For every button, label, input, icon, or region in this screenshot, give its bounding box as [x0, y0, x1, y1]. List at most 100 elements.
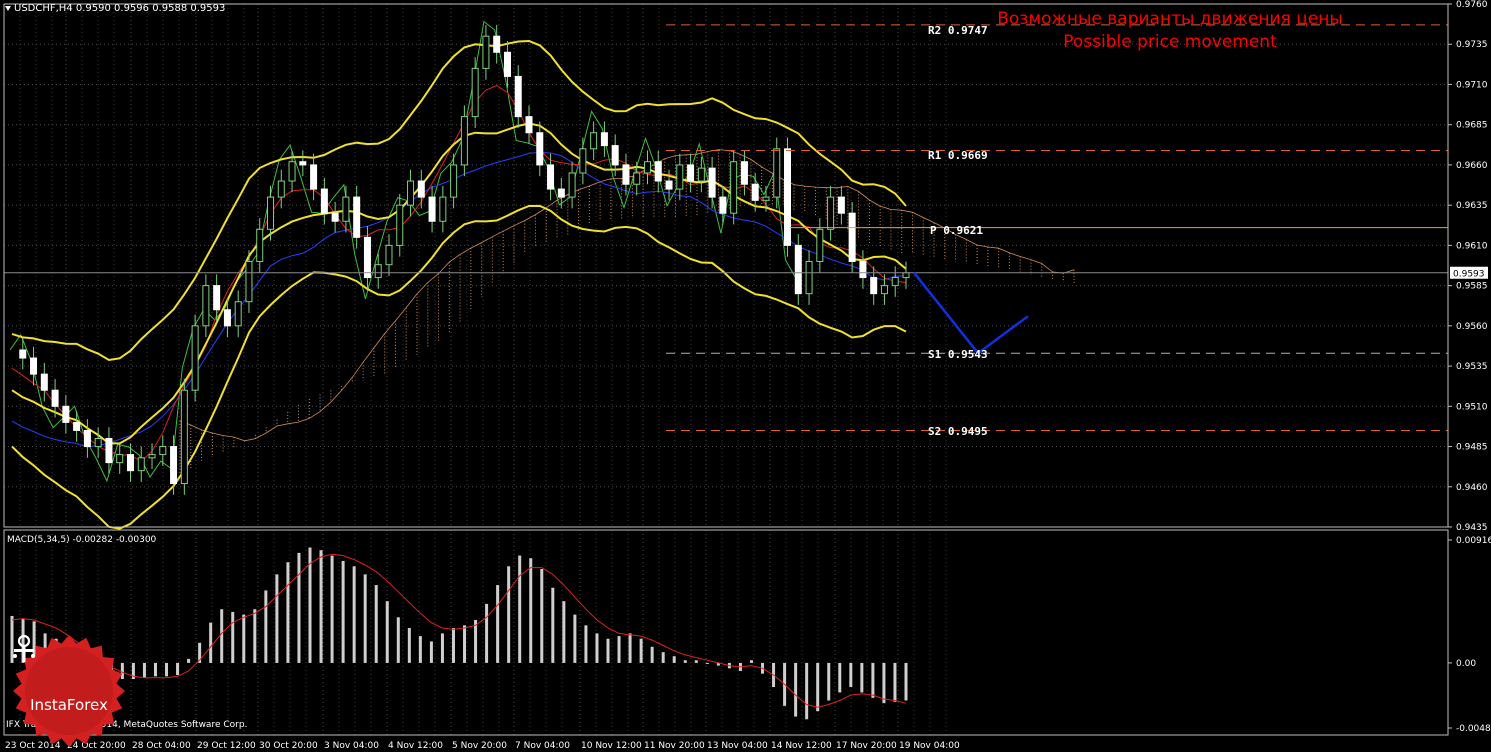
candle-body — [482, 35, 490, 69]
candle-body — [331, 212, 339, 222]
candle-body — [600, 132, 608, 147]
y-tick-label: 0.9610 — [1456, 241, 1488, 251]
y-tick-label: 0.9660 — [1456, 161, 1488, 171]
candle-body — [202, 285, 210, 327]
macd-y-tick-label: -0.00485 — [1456, 724, 1491, 734]
candle-body — [643, 161, 651, 174]
macd-histogram-bar — [507, 566, 511, 663]
macd-histogram-bar — [639, 638, 643, 663]
macd-histogram-bar — [463, 625, 467, 663]
y-tick-label: 0.9435 — [1456, 523, 1488, 533]
candle-body — [525, 116, 533, 134]
candle-body — [105, 437, 113, 464]
macd-histogram-bar — [264, 590, 268, 663]
macd-histogram-bar — [893, 662, 897, 702]
candle-body — [245, 260, 253, 303]
annotation-ru: Возможные варианты движения цены — [997, 9, 1343, 29]
macd-histogram-bar — [650, 646, 654, 663]
x-tick-label: 17 Nov 20:00 — [836, 741, 897, 751]
macd-histogram-bar — [429, 641, 433, 663]
macd-y-tick-label: 0.00 — [1456, 659, 1476, 669]
candle-body — [633, 172, 641, 185]
macd-histogram-bar — [418, 636, 422, 663]
macd-histogram-bar — [474, 619, 478, 663]
candle-body — [19, 349, 27, 359]
macd-histogram-bar — [617, 636, 621, 663]
macd-histogram-bar — [341, 560, 345, 663]
candle-body — [859, 260, 867, 279]
candle-body — [460, 116, 468, 166]
y-tick-label: 0.9685 — [1456, 121, 1488, 131]
candle-body — [417, 180, 425, 198]
chart-canvas[interactable]: 0.9593 23 Oct 2014 24 Oct 20:00 28 Oct 04:… — [0, 0, 1491, 752]
macd-histogram-bar — [286, 562, 290, 663]
candle-body — [471, 67, 479, 118]
candle-body — [805, 260, 813, 295]
candle-body — [665, 180, 673, 190]
candle-body — [773, 148, 781, 198]
candle-body — [794, 244, 802, 295]
x-tick-label: 11 Nov 20:00 — [644, 741, 705, 751]
macd-histogram-bar — [661, 652, 665, 663]
level-label-pivot: P 0.9621 — [930, 224, 983, 237]
macd-signal-line — [11, 553, 907, 708]
y-tick-label: 0.9735 — [1456, 40, 1488, 50]
macd-histogram-bar — [849, 662, 853, 688]
macd-histogram-bar — [297, 552, 301, 663]
candle-body — [385, 244, 393, 266]
macd-histogram-bar — [827, 662, 831, 701]
macd-histogram-bar — [694, 660, 698, 663]
candle-body — [342, 196, 350, 222]
macd-histogram-bar — [496, 585, 500, 663]
y-tick-label: 0.9535 — [1456, 362, 1488, 372]
level-label-r1: R1 0.9669 — [928, 149, 988, 162]
candle-body — [148, 454, 156, 459]
candle-body — [299, 161, 307, 166]
candle-body — [622, 164, 630, 185]
candle-body — [816, 228, 824, 262]
candle-body — [116, 454, 124, 464]
annotation-en: Possible price movement — [1063, 32, 1277, 52]
candle-body — [568, 172, 576, 198]
candle-body — [730, 161, 738, 214]
macd-histogram-bar — [220, 609, 224, 663]
x-tick-label: 19 Nov 04:00 — [899, 741, 960, 751]
macd-histogram-bar — [584, 625, 588, 663]
chart-menu-arrow-icon[interactable] — [5, 6, 11, 11]
level-label-r2: R2 0.9747 — [928, 24, 988, 37]
level-label-s2: S2 0.9495 — [928, 425, 988, 438]
macd-histogram-bar — [749, 660, 753, 663]
bollinger-upper — [11, 39, 907, 362]
candle-body — [503, 51, 511, 77]
bollinger-middle — [11, 122, 907, 445]
instaforex-logo: InstaForex — [12, 634, 126, 748]
macd-histogram-bar — [882, 662, 886, 704]
macd-histogram-bar — [142, 662, 146, 678]
x-tick-label: 10 Nov 12:00 — [581, 741, 642, 751]
candle-body — [579, 148, 587, 174]
candle-body — [902, 272, 910, 279]
candle-body — [848, 212, 856, 262]
candle-body — [439, 196, 447, 222]
x-tick-label: 30 Oct 20:00 — [259, 741, 318, 751]
candle-body — [30, 357, 38, 375]
y-tick-label: 0.9510 — [1456, 402, 1488, 412]
macd-histogram-bar — [871, 662, 875, 698]
macd-histogram-bar — [606, 638, 610, 663]
candle-body — [891, 277, 899, 287]
level-label-s1: S1 0.9543 — [928, 348, 988, 361]
trading-terminal: 0.9593 23 Oct 2014 24 Oct 20:00 28 Oct 04:… — [0, 0, 1491, 752]
candle-body — [514, 75, 522, 118]
forecast-path — [913, 271, 1029, 355]
macd-histogram-bar — [396, 617, 400, 663]
macd-histogram-bar — [562, 601, 566, 663]
candle-body — [762, 196, 770, 201]
candle-body — [40, 373, 48, 391]
candle-body — [687, 164, 695, 182]
candle-body — [137, 457, 145, 472]
candle-body — [708, 167, 716, 198]
x-tick-label: 29 Oct 12:00 — [197, 741, 256, 751]
main-plot-frame — [3, 3, 1449, 528]
macd-histogram-bar — [330, 555, 334, 663]
candle-body — [94, 437, 102, 448]
